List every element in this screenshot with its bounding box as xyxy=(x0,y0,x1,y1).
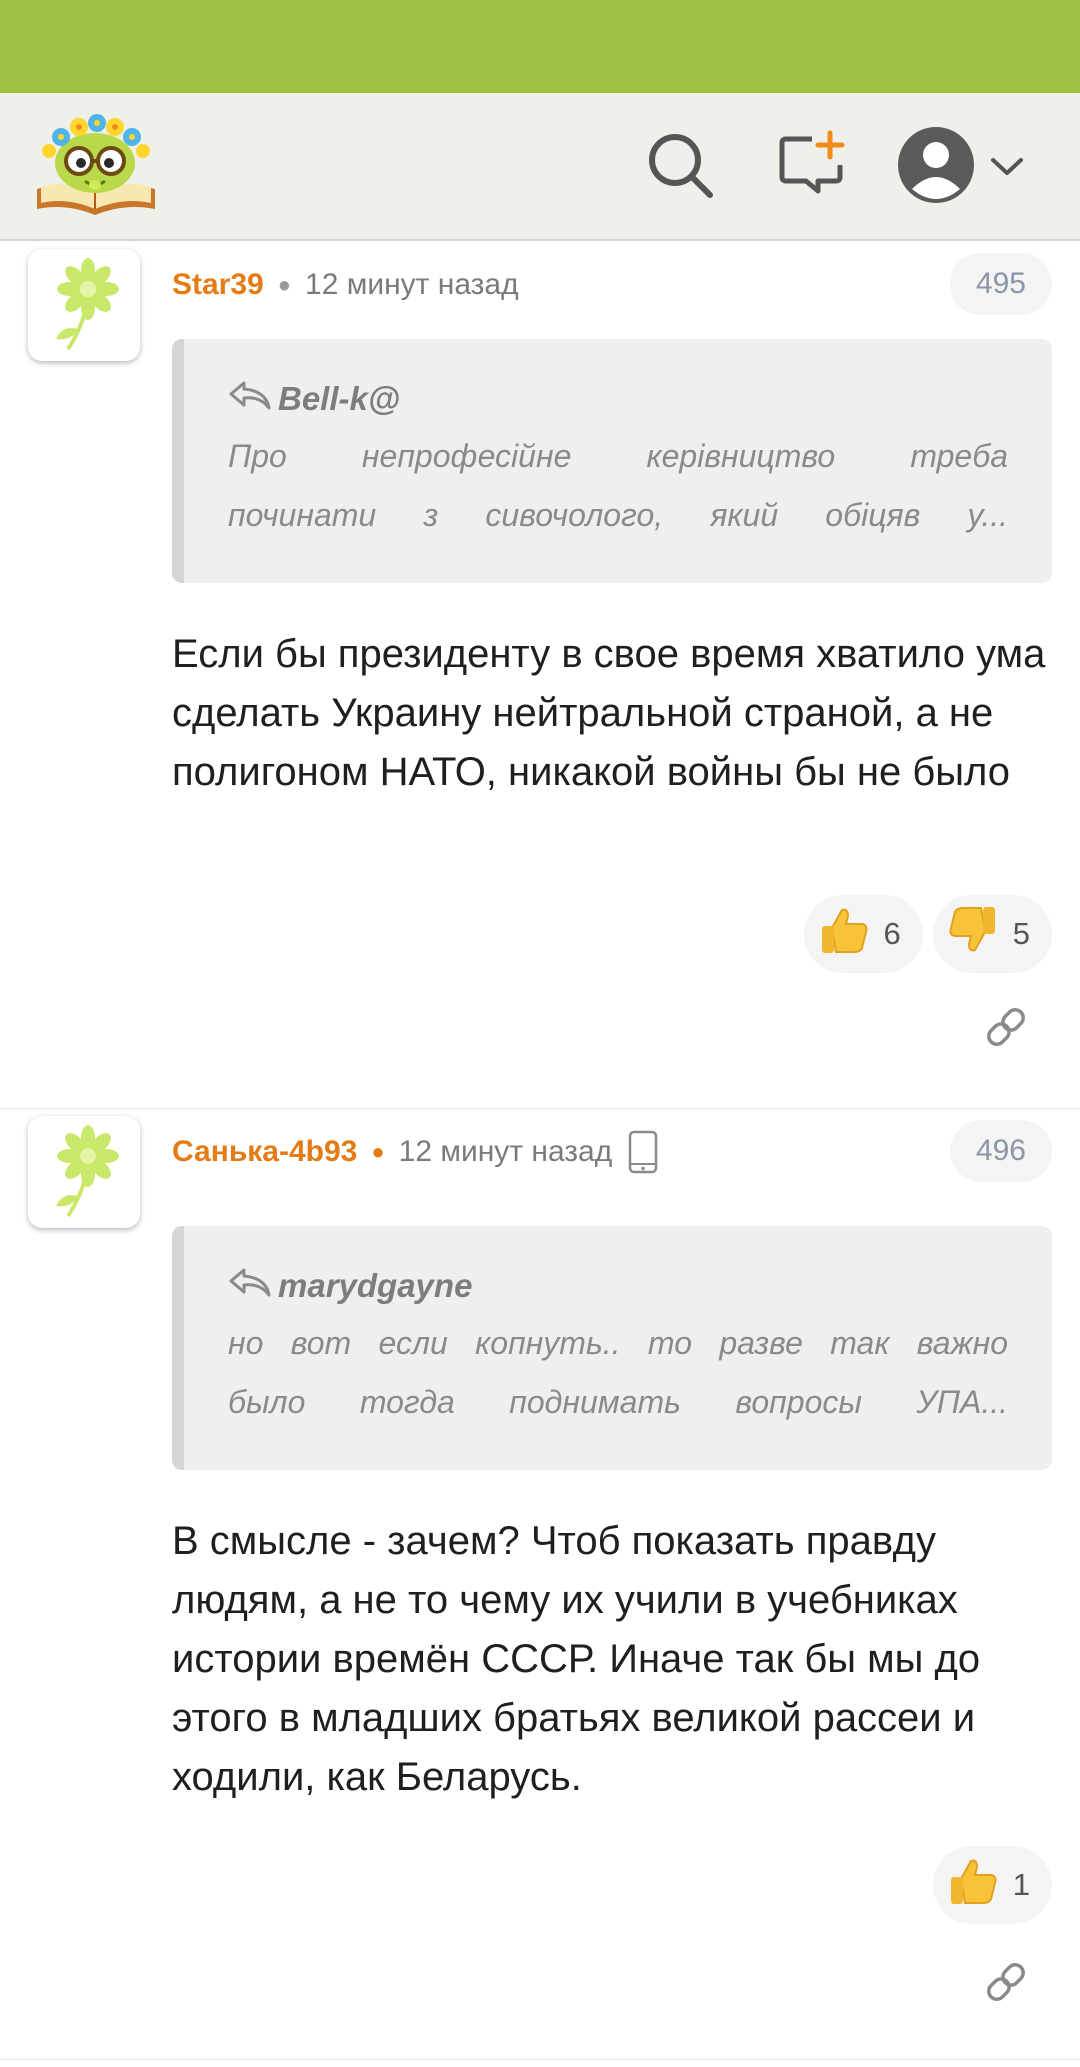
comment: Санька-4b93 ● 12 минут назад 496 marydga… xyxy=(0,1110,1080,2060)
comment-author[interactable]: Санька-4b93 xyxy=(172,1135,357,1169)
thumbs-up-icon xyxy=(947,1855,1013,1915)
online-dot: ● xyxy=(371,1139,385,1164)
thumbs-up-icon xyxy=(818,904,884,964)
quote-author: marydgayne xyxy=(278,1267,473,1304)
separator-dot: ● xyxy=(277,272,292,297)
comment-meta: Star39 ● 12 минут назад xyxy=(172,261,519,309)
comment-body: Если бы президенту в свое время хватило … xyxy=(172,632,1046,794)
comment-author[interactable]: Star39 xyxy=(172,268,264,302)
like-button[interactable]: 1 xyxy=(932,1846,1052,1924)
quote-author-row: Bell-k@ xyxy=(228,375,1008,423)
comment-number[interactable]: 495 xyxy=(949,253,1052,315)
avatar[interactable] xyxy=(28,1116,140,1228)
quote-line: починати з сивочолого, який обіцяв у... xyxy=(228,497,1008,533)
like-count: 1 xyxy=(1012,1867,1030,1902)
user-avatar-icon xyxy=(896,125,976,210)
reply-arrow-icon xyxy=(228,1267,278,1305)
search-button[interactable] xyxy=(638,125,722,209)
permalink-button[interactable] xyxy=(978,1001,1034,1057)
comment-time: 12 минут назад xyxy=(398,1135,613,1168)
new-post-icon xyxy=(776,129,848,206)
link-icon xyxy=(982,1003,1030,1056)
quote-line: Про непрофесійне керівництво треба xyxy=(228,438,1008,474)
dislike-count: 5 xyxy=(1012,916,1030,951)
quote-text: Про непрофесійне керівництво треба почин… xyxy=(228,427,1008,545)
quote-text: но вот если копнуть.. то разве так важно… xyxy=(228,1314,1008,1432)
like-button[interactable]: 6 xyxy=(803,895,923,973)
comment-number[interactable]: 496 xyxy=(949,1120,1052,1182)
search-icon xyxy=(644,129,716,206)
quote-author: Bell-k@ xyxy=(278,380,401,417)
quote-line: но вот если копнуть.. то разве так важно xyxy=(228,1325,1008,1361)
flower-icon xyxy=(28,1125,140,1228)
flower-icon xyxy=(28,258,140,361)
avatar[interactable] xyxy=(28,249,140,361)
link-icon xyxy=(982,1958,1030,2011)
status-bar xyxy=(0,0,1080,93)
new-post-button[interactable] xyxy=(770,125,854,209)
like-count: 6 xyxy=(883,916,901,951)
reactions: 6 5 xyxy=(803,895,1052,973)
app-header xyxy=(0,93,1080,241)
mobile-phone-icon xyxy=(628,1130,658,1174)
comment-meta: Санька-4b93 ● 12 минут назад xyxy=(172,1128,658,1176)
dislike-button[interactable]: 5 xyxy=(932,895,1052,973)
comment-time: 12 минут назад xyxy=(305,268,519,301)
quote-author-row: marydgayne xyxy=(228,1262,1008,1310)
quote-line: было тогда поднимать вопросы УПА... xyxy=(228,1384,1008,1420)
comment-body: В смысле - зачем? Чтоб показать правду л… xyxy=(172,1519,981,1799)
reply-arrow-icon xyxy=(228,380,278,418)
chevron-down-icon xyxy=(990,157,1024,177)
reactions: 1 xyxy=(932,1846,1052,1924)
site-logo[interactable] xyxy=(33,111,159,223)
comment: Star39 ● 12 минут назад 495 Bell-k@ Про … xyxy=(0,243,1080,1109)
permalink-button[interactable] xyxy=(978,1956,1034,2012)
quote-block[interactable]: marydgayne но вот если копнуть.. то разв… xyxy=(172,1226,1052,1470)
user-menu-button[interactable] xyxy=(896,125,1036,209)
quote-block[interactable]: Bell-k@ Про непрофесійне керівництво тре… xyxy=(172,339,1052,583)
thumbs-down-icon xyxy=(947,904,1013,964)
